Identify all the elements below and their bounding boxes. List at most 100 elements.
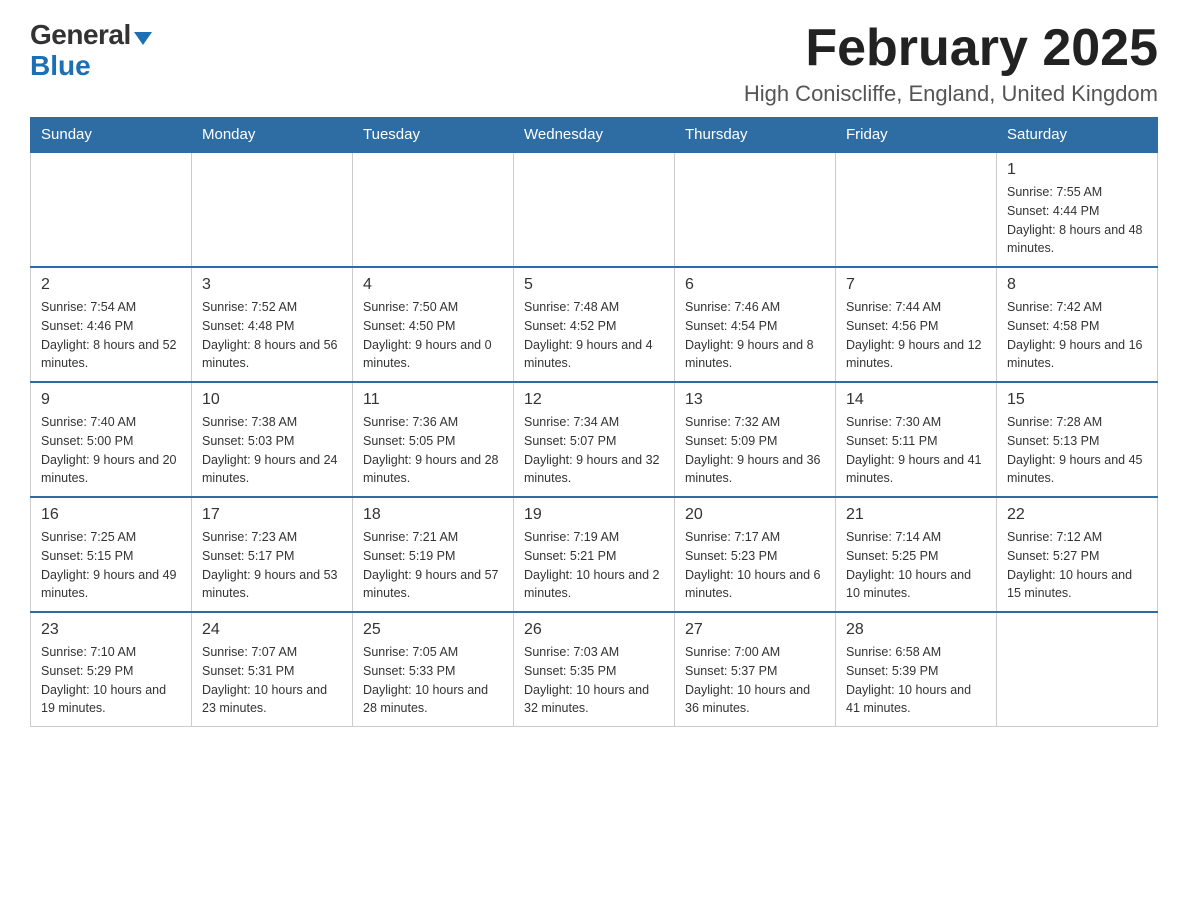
day-number: 17	[202, 506, 342, 524]
day-number: 1	[1007, 161, 1147, 179]
day-number: 9	[41, 391, 181, 409]
day-number: 22	[1007, 506, 1147, 524]
day-info: Sunrise: 7:46 AMSunset: 4:54 PMDaylight:…	[685, 298, 825, 373]
day-info: Sunrise: 7:54 AMSunset: 4:46 PMDaylight:…	[41, 298, 181, 373]
calendar-cell: 24 Sunrise: 7:07 AMSunset: 5:31 PMDayligh…	[192, 612, 353, 727]
calendar-cell: 21Sunrise: 7:14 AMSunset: 5:25 PMDayligh…	[836, 497, 997, 612]
calendar-cell: 16 Sunrise: 7:25 AMSunset: 5:15 PMDayligh…	[31, 497, 192, 612]
day-info: Sunrise: 7:50 AMSunset: 4:50 PMDaylight:…	[363, 298, 503, 373]
week-row-3: 9 Sunrise: 7:40 AMSunset: 5:00 PMDaylight…	[31, 382, 1158, 497]
calendar-cell: 18 Sunrise: 7:21 AMSunset: 5:19 PMDayligh…	[353, 497, 514, 612]
calendar-cell: 10Sunrise: 7:38 AMSunset: 5:03 PMDayligh…	[192, 382, 353, 497]
day-info: Sunrise: 7:03 AMSunset: 5:35 PMDaylight:…	[524, 643, 664, 718]
weekday-header-saturday: Saturday	[997, 118, 1158, 153]
page-header: General Blue February 2025 High Coniscli…	[30, 20, 1158, 107]
day-number: 20	[685, 506, 825, 524]
calendar-cell: 5 Sunrise: 7:48 AMSunset: 4:52 PMDaylight…	[514, 267, 675, 382]
day-info: Sunrise: 7:44 AMSunset: 4:56 PMDaylight:…	[846, 298, 986, 373]
day-info: Sunrise: 7:30 AMSunset: 5:11 PMDaylight:…	[846, 413, 986, 488]
day-number: 7	[846, 276, 986, 294]
calendar-cell: 1 Sunrise: 7:55 AMSunset: 4:44 PMDaylight…	[997, 152, 1158, 267]
day-info: Sunrise: 7:34 AMSunset: 5:07 PMDaylight:…	[524, 413, 664, 488]
calendar-cell: 3 Sunrise: 7:52 AMSunset: 4:48 PMDaylight…	[192, 267, 353, 382]
day-info: Sunrise: 7:00 AMSunset: 5:37 PMDaylight:…	[685, 643, 825, 718]
day-info: Sunrise: 7:36 AMSunset: 5:05 PMDaylight:…	[363, 413, 503, 488]
calendar-cell: 23 Sunrise: 7:10 AMSunset: 5:29 PMDayligh…	[31, 612, 192, 727]
calendar-table: SundayMondayTuesdayWednesdayThursdayFrid…	[30, 117, 1158, 727]
day-info: Sunrise: 7:12 AMSunset: 5:27 PMDaylight:…	[1007, 528, 1147, 603]
day-number: 5	[524, 276, 664, 294]
calendar-cell	[675, 152, 836, 267]
day-number: 24	[202, 621, 342, 639]
day-number: 23	[41, 621, 181, 639]
day-info: Sunrise: 7:07 AMSunset: 5:31 PMDaylight:…	[202, 643, 342, 718]
week-row-2: 2 Sunrise: 7:54 AMSunset: 4:46 PMDaylight…	[31, 267, 1158, 382]
weekday-header-friday: Friday	[836, 118, 997, 153]
calendar-cell	[997, 612, 1158, 727]
calendar-cell: 19 Sunrise: 7:19 AMSunset: 5:21 PMDayligh…	[514, 497, 675, 612]
day-info: Sunrise: 7:40 AMSunset: 5:00 PMDaylight:…	[41, 413, 181, 488]
day-number: 14	[846, 391, 986, 409]
calendar-cell: 4 Sunrise: 7:50 AMSunset: 4:50 PMDaylight…	[353, 267, 514, 382]
calendar-cell: 15 Sunrise: 7:28 AMSunset: 5:13 PMDayligh…	[997, 382, 1158, 497]
day-number: 18	[363, 506, 503, 524]
day-number: 2	[41, 276, 181, 294]
calendar-cell: 13 Sunrise: 7:32 AMSunset: 5:09 PMDayligh…	[675, 382, 836, 497]
day-number: 6	[685, 276, 825, 294]
weekday-header-row: SundayMondayTuesdayWednesdayThursdayFrid…	[31, 118, 1158, 153]
location-text: High Coniscliffe, England, United Kingdo…	[744, 81, 1158, 107]
weekday-header-tuesday: Tuesday	[353, 118, 514, 153]
day-info: Sunrise: 7:17 AMSunset: 5:23 PMDaylight:…	[685, 528, 825, 603]
day-info: Sunrise: 7:19 AMSunset: 5:21 PMDaylight:…	[524, 528, 664, 603]
day-info: Sunrise: 7:23 AMSunset: 5:17 PMDaylight:…	[202, 528, 342, 603]
day-info: Sunrise: 7:42 AMSunset: 4:58 PMDaylight:…	[1007, 298, 1147, 373]
day-number: 3	[202, 276, 342, 294]
day-info: Sunrise: 7:32 AMSunset: 5:09 PMDaylight:…	[685, 413, 825, 488]
calendar-cell	[836, 152, 997, 267]
week-row-4: 16 Sunrise: 7:25 AMSunset: 5:15 PMDayligh…	[31, 497, 1158, 612]
logo-triangle-icon	[134, 32, 152, 45]
day-info: Sunrise: 7:48 AMSunset: 4:52 PMDaylight:…	[524, 298, 664, 373]
day-number: 13	[685, 391, 825, 409]
calendar-cell	[192, 152, 353, 267]
day-number: 15	[1007, 391, 1147, 409]
calendar-cell: 17 Sunrise: 7:23 AMSunset: 5:17 PMDayligh…	[192, 497, 353, 612]
calendar-cell: 11 Sunrise: 7:36 AMSunset: 5:05 PMDayligh…	[353, 382, 514, 497]
calendar-cell	[353, 152, 514, 267]
day-number: 28	[846, 621, 986, 639]
calendar-cell: 9 Sunrise: 7:40 AMSunset: 5:00 PMDaylight…	[31, 382, 192, 497]
day-info: Sunrise: 7:55 AMSunset: 4:44 PMDaylight:…	[1007, 183, 1147, 258]
day-info: Sunrise: 7:05 AMSunset: 5:33 PMDaylight:…	[363, 643, 503, 718]
calendar-cell: 8 Sunrise: 7:42 AMSunset: 4:58 PMDaylight…	[997, 267, 1158, 382]
week-row-5: 23 Sunrise: 7:10 AMSunset: 5:29 PMDayligh…	[31, 612, 1158, 727]
calendar-cell: 12Sunrise: 7:34 AMSunset: 5:07 PMDayligh…	[514, 382, 675, 497]
calendar-cell: 6 Sunrise: 7:46 AMSunset: 4:54 PMDaylight…	[675, 267, 836, 382]
calendar-cell: 20 Sunrise: 7:17 AMSunset: 5:23 PMDayligh…	[675, 497, 836, 612]
day-number: 16	[41, 506, 181, 524]
calendar-cell: 26 Sunrise: 7:03 AMSunset: 5:35 PMDayligh…	[514, 612, 675, 727]
logo-blue-text: Blue	[30, 50, 91, 81]
day-number: 4	[363, 276, 503, 294]
calendar-cell	[31, 152, 192, 267]
calendar-cell	[514, 152, 675, 267]
calendar-cell: 2 Sunrise: 7:54 AMSunset: 4:46 PMDaylight…	[31, 267, 192, 382]
day-number: 21	[846, 506, 986, 524]
day-number: 19	[524, 506, 664, 524]
day-number: 10	[202, 391, 342, 409]
day-info: Sunrise: 7:52 AMSunset: 4:48 PMDaylight:…	[202, 298, 342, 373]
logo-general-text: General	[30, 20, 131, 51]
day-number: 27	[685, 621, 825, 639]
weekday-header-wednesday: Wednesday	[514, 118, 675, 153]
day-info: Sunrise: 7:28 AMSunset: 5:13 PMDaylight:…	[1007, 413, 1147, 488]
day-info: Sunrise: 7:21 AMSunset: 5:19 PMDaylight:…	[363, 528, 503, 603]
calendar-cell: 22 Sunrise: 7:12 AMSunset: 5:27 PMDayligh…	[997, 497, 1158, 612]
day-info: Sunrise: 6:58 AMSunset: 5:39 PMDaylight:…	[846, 643, 986, 718]
day-number: 26	[524, 621, 664, 639]
day-number: 11	[363, 391, 503, 409]
day-number: 8	[1007, 276, 1147, 294]
day-info: Sunrise: 7:10 AMSunset: 5:29 PMDaylight:…	[41, 643, 181, 718]
logo: General Blue	[30, 20, 152, 82]
day-info: Sunrise: 7:25 AMSunset: 5:15 PMDaylight:…	[41, 528, 181, 603]
calendar-cell: 27 Sunrise: 7:00 AMSunset: 5:37 PMDayligh…	[675, 612, 836, 727]
week-row-1: 1 Sunrise: 7:55 AMSunset: 4:44 PMDaylight…	[31, 152, 1158, 267]
